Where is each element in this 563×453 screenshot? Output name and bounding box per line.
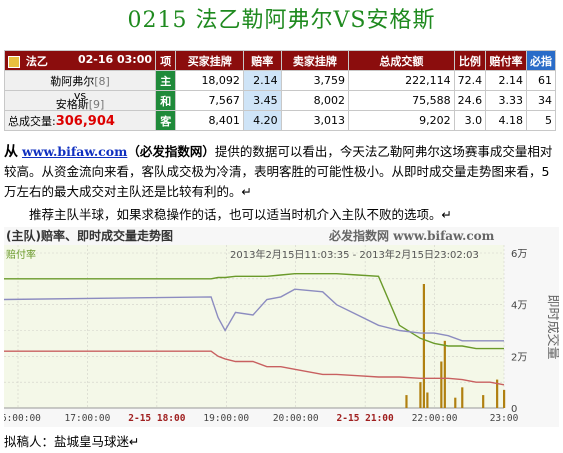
x-axis-tick: 19:00:00 (203, 413, 249, 424)
x-axis-tick: 17:00:00 (65, 413, 111, 424)
x-axis-tick: 16:00:00 (4, 413, 41, 424)
col-buy: 买家挂牌 (175, 50, 244, 71)
index-value: 5 (525, 110, 557, 131)
col-sell: 卖家挂牌 (280, 50, 350, 71)
x-axis-tick: 22:00:00 (412, 413, 458, 424)
odds-value: 2.14 (242, 70, 282, 91)
side-label: 主 (155, 70, 177, 91)
chart-title: (主队)赔率、即时成交量走势图 (6, 228, 173, 243)
sell-value: 3,013 (280, 110, 350, 131)
right-axis-tick: 4万 (511, 301, 527, 312)
volume-bar (482, 395, 485, 408)
sell-value: 8,002 (280, 90, 350, 111)
ratio-value: 3.0 (453, 110, 487, 131)
col-index: 必指 (525, 50, 557, 71)
volume-bar (443, 340, 446, 408)
signature: 拟稿人：盐城皇马球迷↵ (4, 434, 140, 449)
chart-brand: 必发指数网 www.bifaw.com (328, 228, 495, 243)
volume-cell: 总成交量:306,904 (3, 110, 157, 131)
volume-label: 总成交量: (8, 114, 56, 128)
time-range-label: 2013年2月15日11:03:35 - 2013年2月15日23:02:03 (230, 248, 479, 261)
x-axis-tick: 2-15 21:00 (337, 413, 394, 424)
side-label: 客 (155, 110, 177, 131)
away-team-rank: [9] (88, 98, 105, 111)
volume-bar (440, 361, 443, 408)
volume-bar (503, 389, 506, 408)
payout-value: 2.14 (485, 70, 527, 91)
sell-value: 3,759 (280, 70, 350, 91)
table-header-row: 法乙 02-16 03:00 项 买家挂牌 赔率 卖家挂牌 总成交额 比例 赔付… (3, 50, 557, 71)
right-axis-tick: 2万 (511, 352, 527, 363)
analysis-paragraph: 从 www.bifaw.com（必发指数网）提供的数据可以看出，今天法乙勒阿弗尔… (4, 142, 559, 202)
odds-value: 4.20 (242, 110, 282, 131)
col-ratio: 比例 (453, 50, 487, 71)
col-odds: 赔率 (242, 50, 282, 71)
home-team-name: 勒阿弗尔 (50, 74, 95, 88)
ratio-value: 72.4 (453, 70, 487, 91)
ratio-value: 24.6 (453, 90, 487, 111)
col-side: 项 (155, 50, 177, 71)
payout-value: 4.18 (485, 110, 527, 131)
total-value: 75,588 (348, 90, 455, 111)
col-payout: 赔付率 (485, 50, 527, 71)
volume-bar (405, 395, 408, 408)
league-name: 法乙 (25, 54, 48, 68)
volume-bar (419, 382, 422, 408)
odds-table: 法乙 02-16 03:00 项 买家挂牌 赔率 卖家挂牌 总成交额 比例 赔付… (3, 50, 557, 131)
right-axis-tick: 6万 (511, 249, 527, 260)
volume-bar (461, 387, 464, 408)
odds-value: 3.45 (242, 90, 282, 111)
volume-value: 306,904 (55, 113, 115, 129)
page-title: 0215 法乙勒阿弗尔VS安格斯 (127, 8, 436, 33)
right-axis-title: 即时成交量 (545, 294, 559, 359)
index-value: 61 (525, 70, 557, 91)
buy-value: 7,567 (175, 90, 244, 111)
volume-bar (454, 397, 457, 408)
buy-value: 8,401 (175, 110, 244, 131)
home-team-cell: 勒阿弗尔[8] (3, 70, 157, 91)
x-axis-tick: 23:00 (490, 413, 519, 424)
plot-area (4, 245, 504, 408)
site-brand: （必发指数网） (127, 144, 215, 159)
x-axis-tick: 2-15 18:00 (128, 413, 185, 424)
league-header: 法乙 02-16 03:00 (3, 50, 157, 71)
site-link[interactable]: www.bifaw.com (22, 144, 127, 159)
buy-value: 18,092 (175, 70, 244, 91)
match-datetime: 02-16 03:00 (77, 52, 153, 66)
table-row: 勒阿弗尔[8] 主 18,092 2.14 3,759 222,114 72.4… (3, 70, 557, 91)
away-team-name: 安格斯 (55, 98, 89, 111)
side-label: 和 (155, 90, 177, 111)
recommend-paragraph: 推荐主队半球，如果求稳操作的话，也可以适当时机介入主队不败的选项。↵ (29, 207, 452, 222)
table-row: 总成交量:306,904 客 8,401 4.20 3,013 9,202 3.… (3, 110, 557, 131)
col-total: 总成交额 (348, 50, 455, 71)
total-value: 222,114 (348, 70, 455, 91)
index-value: 34 (525, 90, 557, 111)
odds-axis-label: 赔付率 (6, 248, 36, 261)
x-axis-tick: 20:00:00 (273, 413, 319, 424)
volume-bar (426, 392, 429, 408)
total-value: 9,202 (348, 110, 455, 131)
volume-bar (422, 284, 426, 408)
trend-chart: (主队)赔率、即时成交量走势图 必发指数网 www.bifaw.com 赔付率 … (4, 227, 559, 427)
table-row: vs 安格斯[9] 和 7,567 3.45 8,002 75,588 24.6… (3, 90, 557, 111)
collapse-icon[interactable] (8, 55, 20, 68)
home-team-rank: [8] (94, 74, 110, 88)
payout-value: 3.33 (485, 90, 527, 111)
para-prefix: 从 (4, 144, 18, 160)
vs-cell: vs 安格斯[9] (3, 90, 157, 111)
